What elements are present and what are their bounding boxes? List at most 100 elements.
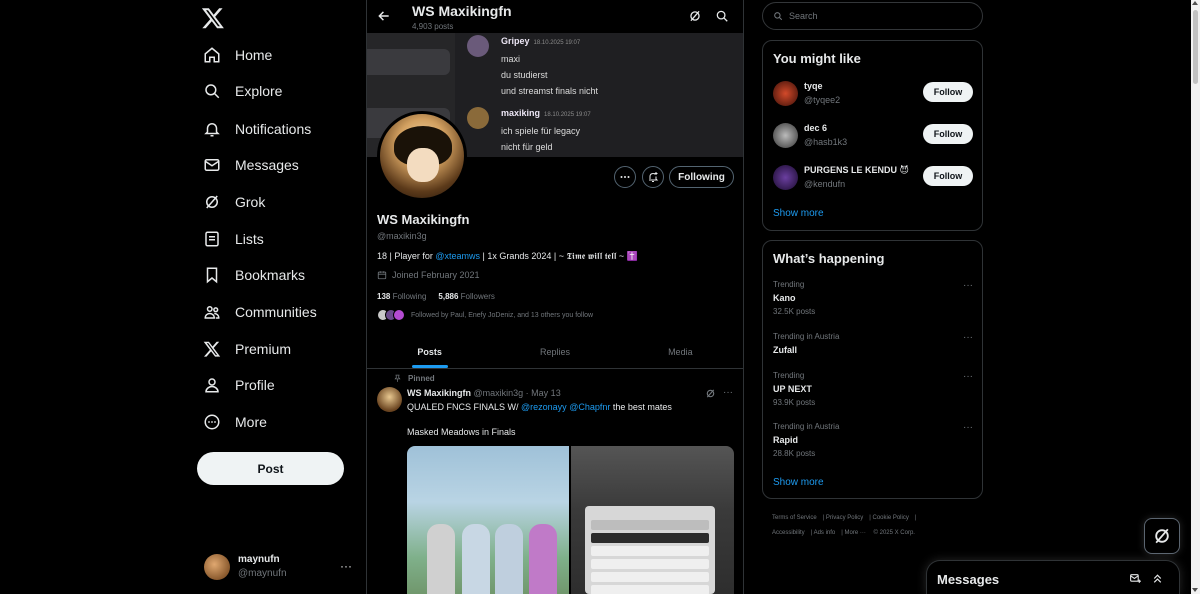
- post-button[interactable]: Post: [197, 452, 344, 485]
- x-logo-icon[interactable]: [201, 6, 225, 30]
- suggested-user[interactable]: PURGENS LE KENDU 😈 @kendufn Follow: [773, 163, 973, 193]
- following-link[interactable]: 138 Following: [377, 292, 426, 301]
- calendar-icon: [377, 271, 387, 280]
- footer-link[interactable]: Privacy Policy: [826, 515, 863, 521]
- grok-icon: [1155, 528, 1169, 544]
- grok-icon[interactable]: [688, 9, 702, 23]
- follow-button[interactable]: Follow: [923, 124, 973, 144]
- trend-more-icon[interactable]: ···: [963, 371, 973, 382]
- grok-floating-button[interactable]: [1144, 518, 1180, 554]
- grok-icon[interactable]: [705, 388, 716, 399]
- post-media[interactable]: [407, 446, 734, 594]
- search-icon[interactable]: [715, 9, 729, 23]
- post-author[interactable]: WS Maxikingfn: [407, 388, 471, 398]
- people-icon: [204, 306, 220, 319]
- trend-category: Trending: [773, 371, 805, 380]
- nav-home-label: Home: [235, 47, 273, 63]
- suggested-user[interactable]: dec 6 @hasb1k3 Follow: [773, 121, 973, 151]
- nav-bookmarks[interactable]: Bookmarks: [203, 262, 305, 288]
- profile-header-bar: WS Maxikingfn 4,903 posts: [367, 0, 743, 33]
- footer-link[interactable]: Ads info: [814, 530, 836, 536]
- scrollbar-thumb[interactable]: [1193, 10, 1198, 84]
- chevron-up-double-icon[interactable]: [1151, 572, 1164, 585]
- user-handle: @kendufn: [804, 179, 846, 189]
- post-image[interactable]: [571, 446, 734, 594]
- trend-item[interactable]: Trending in Austria Zufall ···: [773, 332, 973, 372]
- nav-profile[interactable]: Profile: [203, 372, 275, 398]
- tab-media[interactable]: Media: [618, 336, 743, 368]
- nav-grok-label: Grok: [235, 194, 266, 210]
- chat-name: maxiking: [501, 108, 541, 118]
- suggested-user[interactable]: tyqe @tyqee2 Follow: [773, 79, 973, 109]
- pinned-indicator: Pinned: [393, 374, 435, 383]
- trend-item[interactable]: Trending UP NEXT 93.9K posts ···: [773, 371, 973, 411]
- trend-more-icon[interactable]: ···: [963, 280, 973, 291]
- follow-button[interactable]: Follow: [923, 166, 973, 186]
- nav-communities[interactable]: Communities: [203, 299, 317, 325]
- nav-lists[interactable]: Lists: [203, 226, 264, 252]
- trend-item[interactable]: Trending Kano 32.5K posts ···: [773, 280, 973, 320]
- messages-drawer[interactable]: Messages: [926, 560, 1180, 594]
- footer-link[interactable]: Accessibility: [772, 530, 805, 536]
- account-switcher[interactable]: maynufn @maynufn ···: [204, 551, 354, 583]
- nav-home[interactable]: Home: [203, 42, 272, 68]
- nav-notifications[interactable]: Notifications: [203, 116, 311, 142]
- nav-premium[interactable]: Premium: [203, 336, 291, 362]
- search-bar[interactable]: [762, 2, 983, 30]
- trend-more-icon[interactable]: ···: [963, 332, 973, 343]
- post-mention-link[interactable]: @rezonayy: [521, 402, 567, 412]
- footer-link[interactable]: Terms of Service: [772, 515, 817, 521]
- show-more-link[interactable]: Show more: [773, 477, 824, 488]
- new-message-icon[interactable]: [1129, 572, 1142, 585]
- nav-messages[interactable]: Messages: [203, 152, 299, 178]
- post-avatar[interactable]: [377, 387, 402, 412]
- chat-avatar: [467, 35, 489, 57]
- nav-explore-label: Explore: [235, 83, 283, 99]
- footer-link[interactable]: Cookie Policy: [873, 515, 909, 521]
- who-to-follow-panel: You might like tyqe @tyqee2 Follow dec 6…: [762, 40, 983, 231]
- followed-by[interactable]: Followed by Paul, Enefy JoDeniz, and 13 …: [377, 309, 593, 321]
- notify-button[interactable]: [642, 166, 664, 188]
- bookmark-icon: [206, 267, 218, 284]
- followers-link[interactable]: 5,886 Followers: [438, 292, 495, 301]
- trend-item[interactable]: Trending in Austria Rapid 28.8K posts ··…: [773, 422, 973, 462]
- scroll-up-icon[interactable]: [1192, 1, 1198, 5]
- trend-category: Trending in Austria: [773, 422, 840, 431]
- nav-grok[interactable]: Grok: [203, 189, 265, 215]
- tab-posts[interactable]: Posts: [367, 336, 492, 368]
- post-mention-link[interactable]: @Chapfnr: [569, 402, 610, 412]
- person-icon: [205, 378, 219, 393]
- nav-explore[interactable]: Explore: [203, 78, 282, 104]
- tab-replies[interactable]: Replies: [492, 336, 617, 368]
- page-scrollbar[interactable]: [1191, 0, 1200, 594]
- scroll-down-icon[interactable]: [1192, 588, 1198, 592]
- post-image[interactable]: [407, 446, 569, 594]
- post-header: WS Maxikingfn @maxikin3g · May 13: [407, 388, 561, 398]
- post-more-icon[interactable]: ···: [723, 387, 733, 398]
- nav-premium-label: Premium: [235, 341, 292, 357]
- back-arrow-icon[interactable]: [377, 9, 391, 23]
- follower-avatar: [393, 309, 405, 321]
- x-icon: [203, 341, 221, 357]
- footer-link[interactable]: More ···: [845, 530, 866, 536]
- show-more-link[interactable]: Show more: [773, 208, 824, 219]
- account-avatar: [204, 554, 230, 580]
- chat-line: ich spiele für legacy: [501, 126, 581, 136]
- post-text: QUALED FNCS FINALS W/ @rezonayy @Chapfnr…: [407, 402, 672, 412]
- trend-more-icon[interactable]: ···: [963, 422, 973, 433]
- trend-name: UP NEXT: [773, 384, 812, 394]
- followed-by-text: Followed by Paul, Enefy JoDeniz, and 13 …: [411, 311, 594, 319]
- nav-more[interactable]: More: [203, 409, 267, 435]
- more-options-button[interactable]: [614, 166, 636, 188]
- profile-avatar[interactable]: [377, 111, 467, 201]
- bio-mention-link[interactable]: @xteamws: [435, 251, 480, 261]
- pinned-post[interactable]: Pinned WS Maxikingfn @maxikin3g · May 13…: [367, 369, 743, 594]
- right-sidebar: You might like tyqe @tyqee2 Follow dec 6…: [762, 0, 984, 594]
- following-button[interactable]: Following: [669, 166, 734, 188]
- trend-posts: 93.9K posts: [773, 398, 816, 407]
- who-to-follow-title: You might like: [773, 51, 861, 66]
- profile-tabs: Posts Replies Media: [367, 336, 743, 369]
- follow-button[interactable]: Follow: [923, 82, 973, 102]
- joined-text: Joined February 2021: [392, 270, 480, 280]
- search-input[interactable]: [789, 11, 969, 21]
